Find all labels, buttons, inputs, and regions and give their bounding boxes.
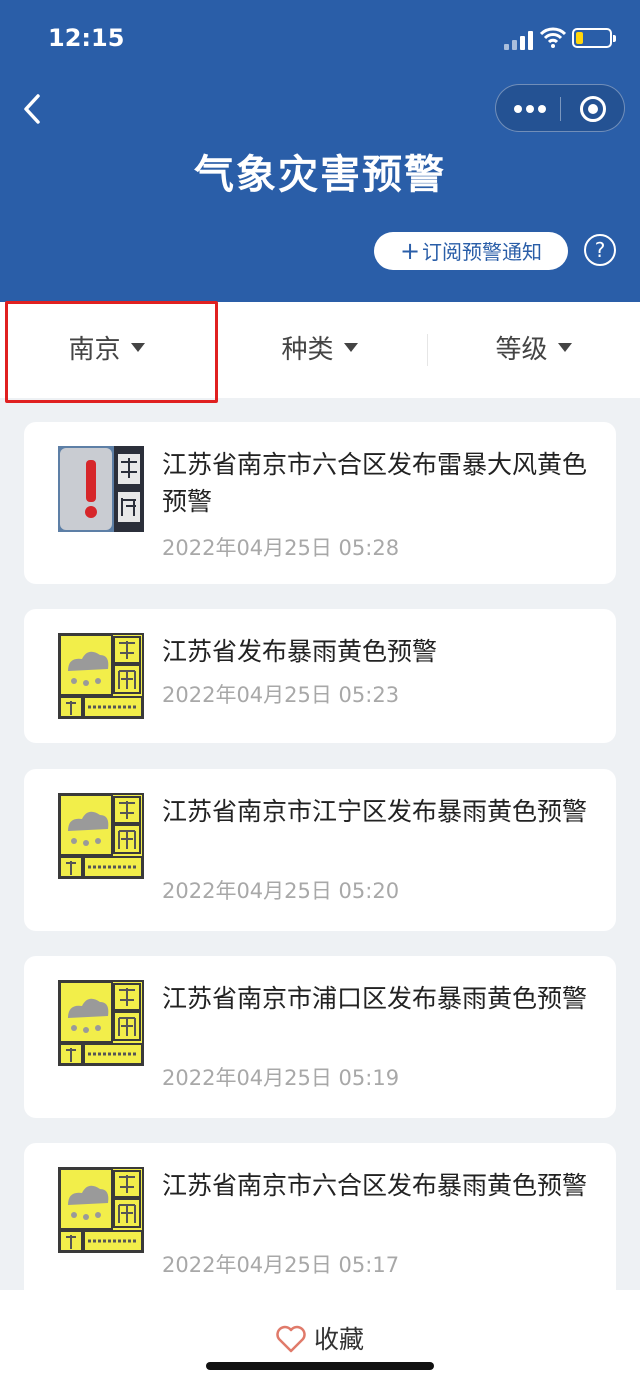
subscribe-label: 订阅预警通知	[422, 240, 543, 264]
filter-type-dropdown[interactable]: 种类	[213, 302, 426, 398]
alert-time: 2022年04月25日 05:19	[162, 1066, 400, 1090]
caret-down-icon	[343, 343, 358, 352]
rainstorm-yellow-icon	[58, 980, 144, 1066]
alert-card[interactable]: 江苏省南京市江宁区发布暴雨黄色预警 2022年04月25日 05:20	[24, 769, 616, 931]
mini-program-capsule	[495, 84, 625, 132]
alert-card[interactable]: 江苏省南京市六合区发布雷暴大风黄色预警 2022年04月25日 05:28	[24, 422, 616, 584]
close-miniprogram-icon[interactable]	[580, 96, 606, 122]
alert-card[interactable]: 江苏省南京市六合区发布暴雨黄色预警 2022年04月25日 05:17	[24, 1143, 616, 1305]
rainstorm-yellow-icon	[58, 633, 144, 719]
alert-card[interactable]: 江苏省南京市浦口区发布暴雨黄色预警 2022年04月25日 05:19	[24, 956, 616, 1118]
alert-title: 江苏省南京市浦口区发布暴雨黄色预警	[162, 984, 588, 1013]
rainstorm-yellow-icon	[58, 1167, 144, 1253]
page-title: 气象灾害预警	[194, 152, 446, 198]
alert-time: 2022年04月25日 05:23	[162, 683, 400, 707]
bottom-bar: 收藏	[0, 1290, 640, 1385]
status-time: 12:15	[48, 24, 125, 52]
more-icon[interactable]	[512, 99, 548, 119]
plus-icon: +	[399, 237, 421, 265]
filter-level-dropdown[interactable]: 等级	[427, 302, 640, 398]
alert-time: 2022年04月25日 05:20	[162, 879, 400, 903]
filter-type-label: 种类	[281, 335, 334, 365]
home-indicator[interactable]	[206, 1362, 434, 1370]
subscribe-button[interactable]: + 订阅预警通知	[374, 232, 568, 270]
help-icon[interactable]: ?	[584, 234, 616, 266]
battery-icon	[572, 28, 616, 48]
back-arrow-icon[interactable]	[20, 92, 48, 126]
rainstorm-yellow-icon	[58, 793, 144, 879]
favorite-label: 收藏	[313, 1325, 364, 1354]
alert-title: 江苏省南京市六合区发布暴雨黄色预警	[162, 1171, 588, 1200]
header: 12:15 气象灾害预警 + 订阅预警通知 ?	[0, 0, 640, 302]
signal-icon	[504, 30, 534, 50]
alert-title: 江苏省南京市江宁区发布暴雨黄色预警	[162, 797, 588, 826]
status-bar: 12:15	[0, 0, 640, 80]
thunderstorm-wind-warning-icon	[58, 446, 144, 532]
heart-icon	[276, 1325, 306, 1353]
alert-time: 2022年04月25日 05:28	[162, 536, 400, 560]
caret-down-icon	[557, 343, 572, 352]
filter-level-label: 等级	[495, 335, 548, 365]
alert-card[interactable]: 江苏省发布暴雨黄色预警 2022年04月25日 05:23	[24, 609, 616, 743]
annotation-highlight-box	[5, 301, 218, 403]
favorite-button[interactable]: 收藏	[0, 1320, 640, 1356]
alert-title: 江苏省南京市六合区发布雷暴大风黄色预警	[162, 450, 588, 516]
alert-title: 江苏省发布暴雨黄色预警	[162, 637, 438, 666]
wifi-icon	[540, 27, 566, 48]
alert-time: 2022年04月25日 05:17	[162, 1253, 400, 1277]
